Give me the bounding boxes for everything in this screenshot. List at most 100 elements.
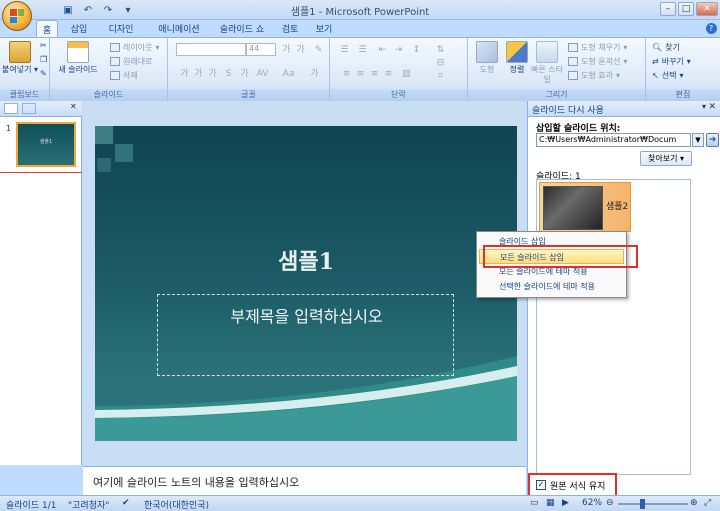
decrease-indent-icon[interactable]: ⇤: [376, 44, 389, 56]
close-button[interactable]: ✕: [696, 2, 718, 16]
menu-item-apply-theme-selected[interactable]: 선택한 슬라이드에 테마 적용: [477, 279, 626, 294]
maximize-button[interactable]: □: [678, 2, 694, 16]
change-case-icon[interactable]: Aa: [282, 68, 295, 80]
browse-button[interactable]: 찾아보기 ▾: [640, 151, 692, 166]
shape-fill-button[interactable]: 도형 채우기 ▾: [568, 42, 627, 53]
tab-slideshow[interactable]: 슬라이드 쇼: [214, 20, 270, 37]
decor-square: [97, 158, 111, 172]
shape-outline-button[interactable]: 도형 윤곽선 ▾: [568, 56, 627, 67]
quick-styles-icon: [536, 41, 558, 63]
shape-effects-button[interactable]: 도형 효과 ▾: [568, 70, 620, 81]
task-pane-close-icon[interactable]: ✕: [708, 102, 716, 112]
tab-review[interactable]: 검토: [278, 20, 302, 37]
decor-square: [115, 144, 133, 162]
select-label: 선택: [661, 71, 677, 80]
tab-home[interactable]: 홈: [36, 20, 58, 38]
slide-thumbnail[interactable]: 샘플1: [16, 122, 76, 167]
path-dropdown-icon[interactable]: ▼: [692, 133, 704, 147]
zoom-in-icon[interactable]: ⊕: [690, 498, 698, 508]
cut-icon[interactable]: ✂: [40, 41, 47, 50]
save-icon[interactable]: ▣: [60, 3, 76, 17]
underline-icon[interactable]: 가: [206, 68, 219, 80]
tab-view[interactable]: 보기: [312, 20, 336, 37]
replace-button[interactable]: ⇄ 바꾸기 ▾: [652, 56, 691, 67]
tab-design[interactable]: 디자인: [104, 20, 138, 37]
font-name-combo[interactable]: [176, 43, 246, 56]
align-center-icon[interactable]: ≡: [354, 68, 367, 80]
select-button[interactable]: ↖ 선택 ▾: [652, 70, 683, 81]
align-text-icon[interactable]: ⊟: [434, 57, 447, 69]
zoom-level[interactable]: 62%: [582, 498, 602, 508]
zoom-slider[interactable]: [618, 503, 688, 505]
layout-button[interactable]: 레이아웃 ▾: [110, 42, 159, 53]
task-pane-header: 슬라이드 다시 사용: [528, 101, 720, 117]
outline-tab[interactable]: [22, 103, 36, 114]
zoom-slider-thumb[interactable]: [640, 499, 645, 509]
columns-icon[interactable]: ▥: [400, 68, 413, 80]
quick-styles-button[interactable]: 빠른 스타일: [530, 41, 564, 85]
tab-insert[interactable]: 삽입: [66, 20, 92, 37]
copy-icon[interactable]: ❐: [40, 55, 47, 64]
shrink-font-icon[interactable]: 가: [294, 44, 307, 56]
select-icon: ↖: [652, 71, 659, 80]
sorter-view-icon[interactable]: ▦: [546, 498, 555, 508]
slide-canvas[interactable]: 샘플1 부제목을 입력하십시오: [95, 126, 517, 441]
normal-view-icon[interactable]: ▭: [530, 498, 539, 508]
keep-formatting-highlight: [528, 473, 617, 497]
format-painter-icon[interactable]: ✎: [40, 69, 47, 78]
shadow-icon[interactable]: S: [222, 68, 235, 80]
font-size-combo[interactable]: 44: [246, 43, 276, 56]
clear-format-icon[interactable]: ✎: [312, 44, 325, 56]
minimize-button[interactable]: –: [660, 2, 676, 16]
clipboard-group-label: 클립보드: [0, 89, 49, 101]
reset-button[interactable]: 원래대로: [110, 56, 152, 67]
subtitle-text: 부제목을 입력하십시오: [230, 307, 383, 326]
pane-close-icon[interactable]: ✕: [70, 102, 77, 111]
decor-square: [95, 126, 113, 144]
numbering-icon[interactable]: ☰: [356, 44, 369, 56]
thumbnail-title: 샘플1: [39, 139, 53, 145]
strikethrough-icon[interactable]: 가: [238, 68, 251, 80]
undo-icon[interactable]: ↶: [80, 3, 96, 17]
bold-icon[interactable]: 가: [178, 68, 191, 80]
line-spacing-icon[interactable]: ↕: [410, 44, 423, 56]
go-arrow-icon[interactable]: ➔: [706, 133, 719, 147]
increase-indent-icon[interactable]: ⇥: [392, 44, 405, 56]
editing-group: 🔍︎ 찾기 ⇄ 바꾸기 ▾ ↖ 선택 ▾ 편집: [646, 38, 720, 101]
office-button[interactable]: [2, 1, 32, 31]
paste-button[interactable]: 붙여넣기 ▾: [2, 41, 38, 75]
drawing-group-label: 그리기: [468, 89, 645, 101]
tab-animation[interactable]: 애니메이션: [150, 20, 208, 37]
task-pane-options-icon[interactable]: ▾: [702, 102, 706, 111]
customize-dropdown-icon[interactable]: ▾: [120, 3, 136, 17]
smartart-icon[interactable]: ⌗: [434, 70, 447, 82]
delete-slide-button[interactable]: 삭제: [110, 70, 138, 81]
arrange-button[interactable]: 정렬: [502, 41, 532, 75]
reuse-slide-item[interactable]: 샘플2: [539, 182, 631, 232]
subtitle-placeholder[interactable]: 부제목을 입력하십시오: [157, 294, 454, 376]
slideshow-view-icon[interactable]: ▶: [562, 498, 569, 508]
notes-pane[interactable]: 여기에 슬라이드 노트의 내용을 입력하십시오: [83, 466, 526, 495]
status-bar: 슬라이드 1/1 "고려청자" ✔ 한국어(대한민국) ▭ ▦ ▶ 62% ⊖ …: [0, 495, 720, 511]
paste-label: 붙여넣기: [2, 65, 32, 74]
align-right-icon[interactable]: ≡: [368, 68, 381, 80]
help-icon[interactable]: ?: [704, 20, 718, 37]
find-button[interactable]: 🔍︎ 찾기: [652, 42, 680, 53]
zoom-out-icon[interactable]: ⊖: [606, 498, 614, 508]
spacing-icon[interactable]: AV: [256, 68, 269, 80]
redo-icon[interactable]: ↷: [100, 3, 116, 17]
fit-window-icon[interactable]: ⤢: [704, 498, 711, 508]
italic-icon[interactable]: 가: [192, 68, 205, 80]
slides-tab[interactable]: [4, 103, 18, 114]
align-left-icon[interactable]: ≡: [340, 68, 353, 80]
bullets-icon[interactable]: ☰: [338, 44, 351, 56]
new-slide-button[interactable]: 새 슬라이드: [56, 41, 100, 75]
slide-title[interactable]: 샘플1: [95, 244, 517, 276]
path-input[interactable]: C:₩Users₩Administrator₩Docum: [536, 133, 691, 147]
spellcheck-icon[interactable]: ✔: [122, 498, 130, 508]
grow-font-icon[interactable]: 가: [280, 44, 293, 56]
text-direction-icon[interactable]: ⇅: [434, 44, 447, 56]
font-color-icon[interactable]: 가: [308, 68, 321, 80]
shapes-button[interactable]: 도형: [472, 41, 502, 75]
justify-icon[interactable]: ≡: [382, 68, 395, 80]
